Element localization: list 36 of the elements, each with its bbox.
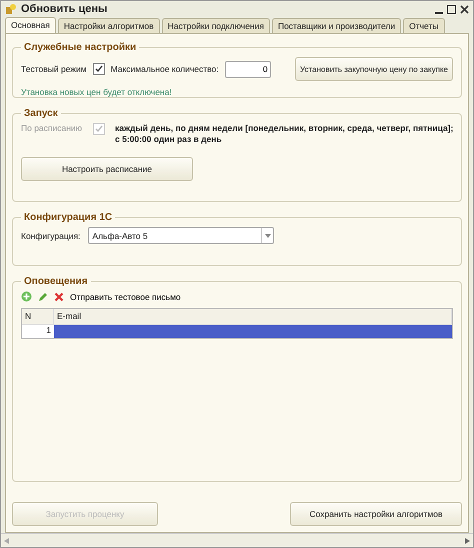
test-mode-label: Тестовый режим (21, 64, 87, 74)
column-header[interactable]: E-mail (54, 309, 452, 326)
schedule-description: каждый день, по дням недели [понедельник, вторник, среда, четверг, пятница]; с 5:00:00 один раз в день (115, 123, 454, 146)
group-title: Оповещения (23, 276, 89, 288)
app-icon (5, 3, 17, 16)
tab[interactable]: Поставщики и производители (272, 18, 402, 34)
action-button[interactable]: Сохранить настройки алгоритмов (290, 502, 462, 526)
group-title: Служебные настройки (23, 42, 138, 54)
test-mode-checkbox[interactable] (92, 63, 105, 76)
scroll-right-icon[interactable] (465, 538, 470, 544)
set-price-button[interactable]: Установить закупочную цену по закупке (295, 57, 453, 82)
max-quantity-label: Максимальное количество: (110, 64, 219, 74)
window-title: Обновить цены (21, 3, 108, 16)
schedule-label: По расписанию (21, 123, 83, 134)
group-title: Конфигурация 1С (23, 212, 114, 224)
checkmark-icon (94, 65, 103, 74)
tab[interactable]: Отчеты (403, 18, 444, 34)
maximize-icon[interactable] (447, 4, 456, 14)
pencil-icon[interactable] (38, 292, 48, 302)
selected-row[interactable] (54, 325, 452, 338)
tab[interactable]: Настройки алгоритмов (58, 18, 160, 34)
add-icon[interactable] (21, 291, 32, 302)
max-quantity-field[interactable]: 0 (224, 60, 271, 78)
group-title: Запуск (23, 108, 59, 120)
configuration-label: Конфигурация: (21, 230, 80, 241)
delete-icon[interactable] (54, 292, 64, 302)
send-test-email-button[interactable]: Отправить тестовое письмо (70, 292, 181, 302)
warning-note: Утановка новых цен будет отключена! (21, 87, 173, 98)
tab[interactable]: Настройки подключения (162, 18, 270, 34)
checkmark-icon (95, 125, 103, 134)
tab[interactable]: Основная (5, 17, 56, 34)
column-header[interactable]: N (22, 309, 54, 326)
close-icon[interactable] (460, 4, 469, 14)
caret-icon (264, 234, 271, 238)
configure-schedule-button[interactable]: Настроить расписание (21, 157, 193, 182)
configuration-dropdown[interactable]: Альфа-Авто 5 (88, 227, 274, 244)
